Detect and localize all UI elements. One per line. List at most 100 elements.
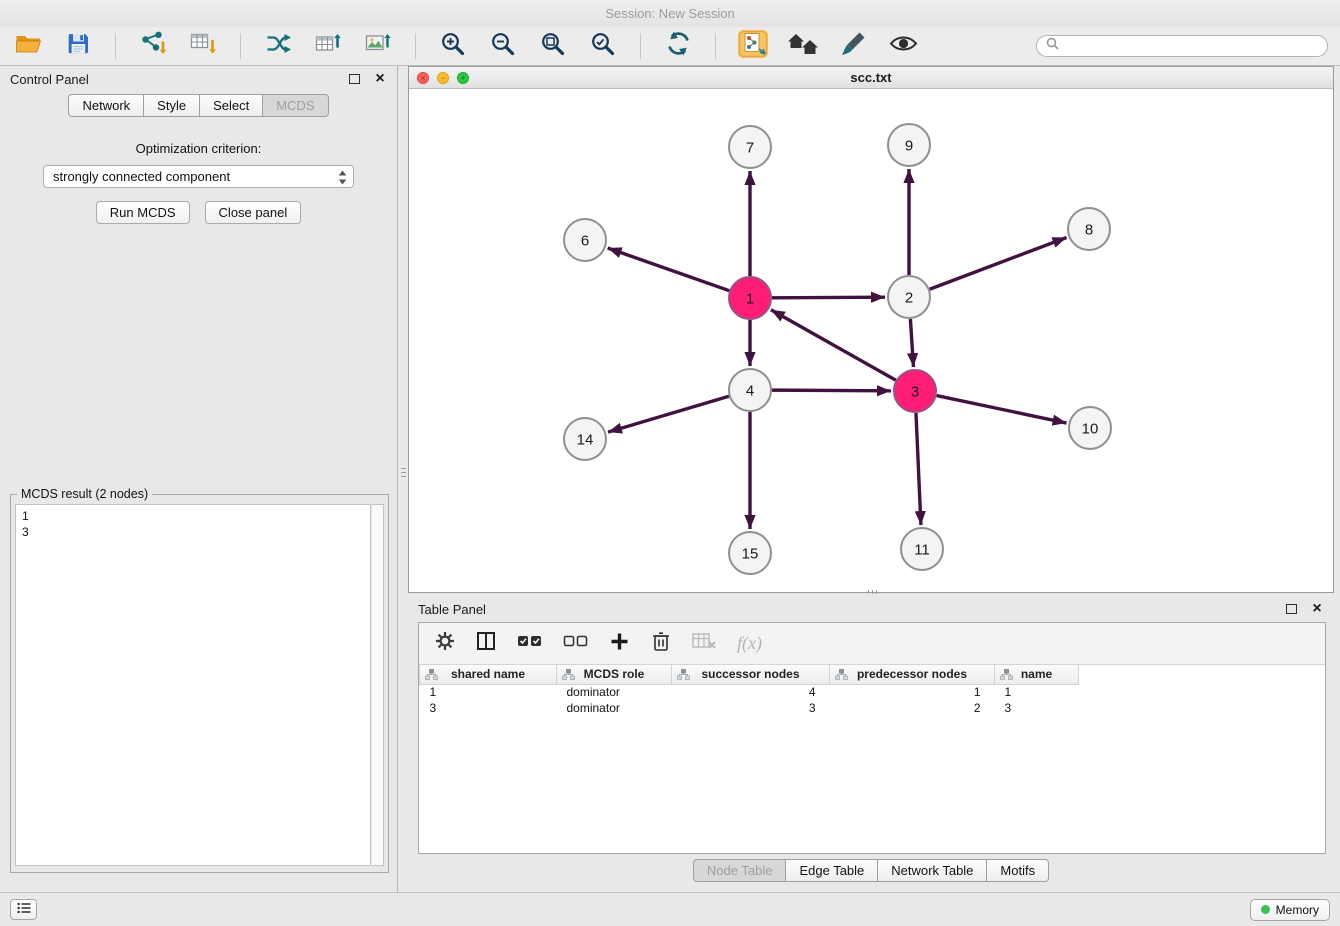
- cell-name[interactable]: 3: [995, 700, 1079, 716]
- cell-predecessor-nodes[interactable]: 1: [830, 684, 995, 700]
- edge-1-6[interactable]: [608, 248, 730, 291]
- refresh-button[interactable]: [662, 30, 694, 62]
- edge-4-3[interactable]: [772, 390, 891, 391]
- node-14[interactable]: 14: [564, 418, 606, 460]
- tab-network[interactable]: Network: [68, 94, 144, 117]
- cell-mcds-role[interactable]: dominator: [557, 684, 672, 700]
- result-scrollbar[interactable]: [372, 504, 384, 866]
- node-4[interactable]: 4: [729, 369, 771, 411]
- edge-3-1[interactable]: [771, 310, 896, 380]
- table-row[interactable]: 1dominator411: [420, 684, 1326, 700]
- node-10[interactable]: 10: [1069, 407, 1111, 449]
- task-history-button[interactable]: [10, 899, 37, 920]
- criterion-dropdown-value: strongly connected component: [53, 169, 230, 184]
- column-header-successor-nodes[interactable]: successor nodes: [672, 665, 830, 684]
- export-image-button[interactable]: [362, 30, 394, 62]
- minimize-window-icon[interactable]: [437, 72, 449, 84]
- tab-node-table[interactable]: Node Table: [693, 859, 787, 882]
- edge-4-14[interactable]: [608, 396, 729, 432]
- zoom-selected-button[interactable]: [587, 30, 619, 62]
- maximize-window-icon[interactable]: [457, 72, 469, 84]
- save-session-button[interactable]: [62, 30, 94, 62]
- open-session-button[interactable]: [12, 30, 44, 62]
- open-session-icon: [15, 32, 42, 60]
- close-icon[interactable]: [373, 71, 387, 87]
- node-9[interactable]: 9: [888, 124, 930, 166]
- float-window-icon[interactable]: [1286, 604, 1297, 614]
- import-network-button[interactable]: [137, 30, 169, 62]
- control-panel-title: Control Panel: [10, 72, 89, 87]
- criterion-dropdown[interactable]: strongly connected component: [43, 165, 354, 188]
- table-panel-title: Table Panel: [418, 602, 486, 617]
- tab-edge-table[interactable]: Edge Table: [785, 859, 878, 882]
- run-mcds-button[interactable]: Run MCDS: [96, 201, 190, 224]
- search-box[interactable]: [1036, 35, 1328, 57]
- network-graph-canvas[interactable]: 7 9 6 8 1 2 4 3 14 10 15 11: [409, 89, 1333, 592]
- node-1[interactable]: 1: [729, 277, 771, 319]
- export-table-icon: [315, 30, 342, 62]
- vertical-splitter-handle[interactable]: [399, 458, 407, 486]
- edge-2-3[interactable]: [910, 319, 913, 367]
- cell-successor-nodes[interactable]: 4: [672, 684, 830, 700]
- zoom-fit-button[interactable]: [537, 30, 569, 62]
- task-list-icon: [17, 901, 31, 919]
- apply-style-button[interactable]: [837, 30, 869, 62]
- tab-network-table[interactable]: Network Table: [877, 859, 987, 882]
- close-window-icon[interactable]: [417, 72, 429, 84]
- cell-mcds-role[interactable]: dominator: [557, 700, 672, 716]
- node-3[interactable]: 3: [894, 370, 936, 412]
- select-all-button[interactable]: [517, 633, 542, 654]
- cell-predecessor-nodes[interactable]: 2: [830, 700, 995, 716]
- node-7[interactable]: 7: [729, 126, 771, 168]
- edge-3-10[interactable]: [937, 396, 1067, 423]
- tab-mcds[interactable]: MCDS: [262, 94, 328, 117]
- memory-button[interactable]: Memory: [1250, 899, 1330, 921]
- first-neighbors-button[interactable]: [787, 30, 819, 62]
- cell-successor-nodes[interactable]: 3: [672, 700, 830, 716]
- delete-row-button[interactable]: [651, 630, 671, 657]
- new-network-button[interactable]: [262, 30, 294, 62]
- zoom-in-button[interactable]: [437, 30, 469, 62]
- clear-selection-button[interactable]: [563, 633, 588, 654]
- tab-select[interactable]: Select: [199, 94, 263, 117]
- tab-style[interactable]: Style: [143, 94, 200, 117]
- close-icon[interactable]: [1310, 601, 1324, 617]
- settings-button[interactable]: [435, 631, 455, 656]
- edge-2-8[interactable]: [930, 237, 1067, 289]
- svg-text:14: 14: [577, 432, 594, 449]
- column-header-mcds-role[interactable]: MCDS role: [557, 665, 672, 684]
- edge-3-11[interactable]: [916, 413, 921, 525]
- cell-shared-name[interactable]: 3: [420, 700, 557, 716]
- column-header-name[interactable]: name: [995, 665, 1079, 684]
- node-2[interactable]: 2: [888, 276, 930, 318]
- show-details-button[interactable]: [887, 30, 919, 62]
- import-table-button[interactable]: [187, 30, 219, 62]
- node-15[interactable]: 15: [729, 532, 771, 574]
- export-table-button[interactable]: [312, 30, 344, 62]
- zoom-in-icon: [440, 31, 466, 62]
- column-header-shared-name[interactable]: shared name: [420, 665, 557, 684]
- horizontal-splitter-handle[interactable]: [858, 589, 886, 595]
- float-window-icon[interactable]: [349, 74, 360, 84]
- zoom-out-button[interactable]: [487, 30, 519, 62]
- column-chooser-button[interactable]: [476, 631, 496, 656]
- select-all-icon: [517, 633, 542, 654]
- cell-name[interactable]: 1: [995, 684, 1079, 700]
- node-8[interactable]: 8: [1068, 208, 1110, 250]
- close-panel-button[interactable]: Close panel: [205, 201, 302, 224]
- table-row[interactable]: 3dominator323: [420, 700, 1326, 716]
- cell-shared-name[interactable]: 1: [420, 684, 557, 700]
- svg-text:8: 8: [1085, 222, 1093, 239]
- network-window-titlebar: scc.txt: [409, 67, 1333, 89]
- node-6[interactable]: 6: [564, 219, 606, 261]
- add-row-button[interactable]: [609, 631, 630, 657]
- column-header-predecessor-nodes[interactable]: predecessor nodes: [830, 665, 995, 684]
- cell-filler: [1079, 700, 1326, 716]
- tab-motifs[interactable]: Motifs: [986, 859, 1049, 882]
- edge-1-2[interactable]: [772, 297, 885, 298]
- toolbar-separator: [640, 33, 641, 59]
- table-panel-tabs: Node TableEdge TableNetwork TableMotifs: [408, 859, 1334, 882]
- search-input[interactable]: [1065, 39, 1318, 53]
- node-11[interactable]: 11: [901, 528, 943, 570]
- network-overview-button[interactable]: [737, 30, 769, 62]
